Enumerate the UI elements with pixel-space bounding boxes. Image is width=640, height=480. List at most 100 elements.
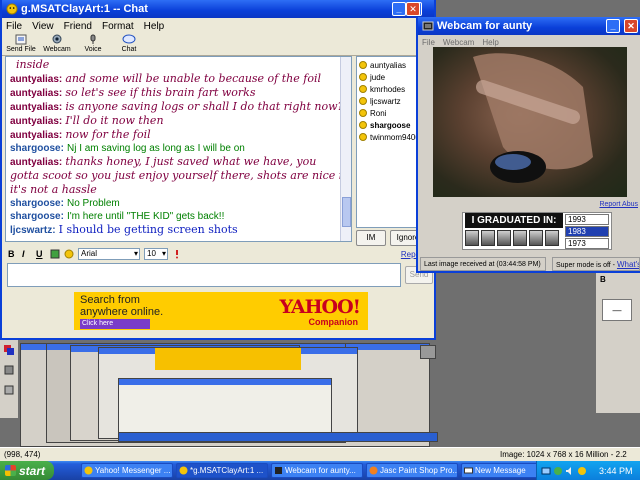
yahoo-companion-ad[interactable]: Search from anywhere online. Click here … [74, 292, 368, 330]
task-label: New Message [475, 466, 526, 475]
message-sender[interactable]: auntyalias: [10, 102, 62, 113]
message-text: I'll do it now then [65, 114, 164, 127]
super-mode-status: Super mode is off - What's this [552, 257, 640, 271]
menu-friend[interactable]: Friend [64, 21, 92, 32]
webcam-report-abuse-link[interactable]: Report Abus [599, 201, 638, 208]
message-sender[interactable]: shargoose: [10, 198, 64, 209]
task-paint-shop-pro[interactable]: Jasc Paint Shop Pro... [366, 463, 458, 478]
task-webcam[interactable]: Webcam for aunty... [271, 463, 363, 478]
user-smiley-icon [359, 121, 367, 129]
message-sender[interactable]: auntyalias: [10, 130, 62, 141]
webcam-button[interactable]: Webcam [42, 34, 72, 53]
grad-year-list[interactable]: 1993 1983 1973 [565, 214, 609, 250]
format-toolbar: B I U Arial 10 Report A [5, 246, 435, 262]
user-name: Roni [370, 108, 387, 118]
emoticon-icon[interactable] [64, 249, 74, 259]
font-select[interactable]: Arial [78, 248, 140, 260]
right-panel-box[interactable]: — [602, 299, 632, 321]
user-name: kmrhodes [370, 84, 406, 94]
chat-bubble-icon [122, 34, 136, 44]
task-label: *g.MSATClayArt:1 ... [190, 466, 264, 475]
webcam-label: Webcam [43, 46, 71, 53]
grad-year-option[interactable]: 1973 [565, 238, 609, 249]
webcam-minimize-button[interactable]: _ [606, 19, 620, 33]
grad-year-option[interactable]: 1993 [565, 214, 609, 225]
webcam-image [473, 53, 593, 183]
chat-transcript[interactable]: inside auntyalias: and some will be unabl… [5, 56, 352, 242]
companion-label: Companion [308, 317, 359, 327]
send-file-button[interactable]: Send File [6, 34, 36, 53]
transcript-scrollbar[interactable] [340, 57, 351, 241]
chat-close-button[interactable]: ✕ [406, 2, 420, 16]
chat-message: auntyalias: is anyone saving logs or sha… [10, 100, 347, 114]
webcam-video-feed [433, 47, 627, 197]
network-icon[interactable] [541, 466, 551, 476]
menu-help[interactable]: Help [144, 21, 165, 32]
chat-message: shargoose: Nj I am saving log as long as… [10, 142, 347, 155]
webcam-menu-help[interactable]: Help [482, 38, 498, 47]
chat-title: g.MSATClayArt:1 -- Chat [21, 3, 148, 15]
whats-this-link[interactable]: What's this [617, 260, 639, 269]
scrollbar-thumb[interactable] [342, 197, 351, 227]
webcam-menu-webcam[interactable]: Webcam [443, 38, 474, 47]
user-smiley-icon [359, 73, 367, 81]
menu-format[interactable]: Format [102, 21, 134, 32]
yahoo-tray-icon[interactable] [577, 466, 587, 476]
user-smiley-icon [359, 133, 367, 141]
message-sender[interactable]: auntyalias: [10, 116, 62, 127]
task-yahoo-messenger[interactable]: Yahoo! Messenger ... [81, 463, 173, 478]
volume-icon[interactable] [565, 466, 575, 476]
last-image-status: Last image received at (03:44:58 PM) [420, 257, 546, 271]
color-palette-icon[interactable] [50, 249, 60, 259]
ad-click-here[interactable]: Click here [80, 319, 150, 329]
background-ad-thumbnail [155, 348, 301, 370]
minimize-button[interactable]: _ [392, 2, 406, 16]
webcam-close-button[interactable]: ✕ [624, 19, 638, 33]
webcam-icon [52, 34, 62, 44]
message-text: inside [16, 58, 50, 71]
audible-icon[interactable] [172, 249, 182, 259]
tool-icon[interactable] [3, 384, 15, 396]
task-label: Jasc Paint Shop Pro... [380, 466, 458, 475]
message-sender[interactable]: shargoose: [10, 143, 64, 154]
message-sender[interactable]: auntyalias: [10, 88, 62, 99]
task-chat-room[interactable]: *g.MSATClayArt:1 ... [176, 463, 268, 478]
user-name: auntyalias [370, 60, 407, 70]
message-sender[interactable]: ljcswartz: [10, 225, 56, 236]
task-label: Yahoo! Messenger ... [95, 466, 171, 475]
grad-year-option-selected[interactable]: 1983 [565, 226, 609, 237]
message-text: and some will be unable to because of th… [65, 72, 321, 85]
chat-message: inside [10, 58, 347, 72]
chat-title-bar[interactable]: g.MSATClayArt:1 -- Chat _ □ [2, 0, 434, 18]
message-input[interactable] [7, 263, 401, 287]
menu-file[interactable]: File [6, 21, 22, 32]
italic-button[interactable]: I [22, 249, 32, 259]
user-smiley-icon [359, 109, 367, 117]
graduated-in-ad[interactable]: I GRADUATED IN: 1993 1983 1973 [462, 212, 612, 250]
start-button[interactable]: start [0, 461, 54, 480]
tool-icon[interactable] [3, 364, 15, 376]
messenger-tray-icon[interactable] [553, 466, 563, 476]
yahoo-smiley-icon [84, 466, 93, 475]
message-text: No Problem [66, 198, 120, 209]
font-size-select[interactable]: 10 [144, 248, 168, 260]
webcam-title-bar[interactable]: Webcam for aunty _ ✕ [418, 17, 640, 35]
im-button[interactable]: IM [356, 230, 386, 246]
webcam-title-icon [422, 21, 434, 31]
message-sender[interactable]: shargoose: [10, 211, 64, 222]
message-sender[interactable]: auntyalias: [10, 157, 62, 168]
bold-button[interactable]: B [8, 249, 18, 259]
left-tool-strip [0, 340, 18, 418]
voice-button[interactable]: Voice [78, 34, 108, 53]
user-smiley-icon [359, 97, 367, 105]
chat-message: shargoose: I'm here until "THE KID" gets… [10, 210, 347, 223]
message-sender[interactable]: auntyalias: [10, 74, 62, 85]
chat-message: auntyalias: I'll do it now then [10, 114, 347, 128]
menu-view[interactable]: View [32, 21, 54, 32]
chat-button[interactable]: Chat [114, 34, 144, 53]
message-text: I'm here until "THE KID" gets back!! [66, 211, 225, 222]
underline-button[interactable]: U [36, 249, 46, 259]
color-swatch-icon[interactable] [3, 344, 15, 356]
webcam-menu-file[interactable]: File [422, 38, 435, 47]
message-text: Nj I am saving log as long as I will be … [66, 143, 245, 154]
